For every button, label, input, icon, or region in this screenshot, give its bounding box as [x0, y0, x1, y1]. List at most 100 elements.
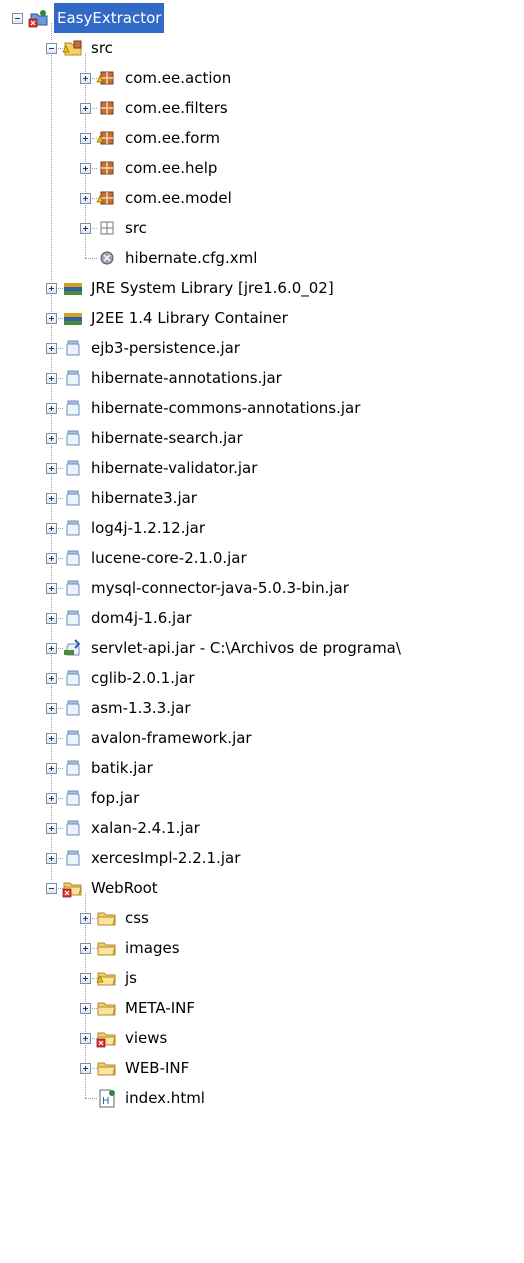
tree-node-label: log4j-1.2.12.jar [91, 519, 205, 537]
tree-node-label: WebRoot [91, 879, 158, 897]
tree-node-label: fop.jar [91, 789, 140, 807]
tree-node[interactable]: src [0, 33, 524, 63]
expand-toggle-plus-icon[interactable] [46, 283, 57, 294]
tree-node[interactable]: xercesImpl-2.2.1.jar [0, 843, 524, 873]
expand-toggle-plus-icon[interactable] [46, 613, 57, 624]
collapse-toggle-minus-icon[interactable] [46, 43, 57, 54]
expand-toggle-plus-icon[interactable] [46, 643, 57, 654]
expand-toggle-plus-icon[interactable] [46, 763, 57, 774]
collapse-toggle-minus-icon[interactable] [46, 883, 57, 894]
tree-node[interactable]: servlet-api.jar - C:\Archivos de program… [0, 633, 524, 663]
jar-icon [62, 848, 84, 868]
xml-file-icon [96, 248, 118, 268]
tree-node[interactable]: batik.jar [0, 753, 524, 783]
expand-toggle-plus-icon[interactable] [46, 583, 57, 594]
expand-toggle-plus-icon[interactable] [46, 343, 57, 354]
expand-toggle-plus-icon[interactable] [46, 403, 57, 414]
jar-icon [62, 398, 84, 418]
tree-node[interactable]: com.ee.help [0, 153, 524, 183]
expand-toggle-plus-icon[interactable] [80, 133, 91, 144]
tree-node-label: hibernate.cfg.xml [125, 249, 258, 267]
tree-node[interactable]: fop.jar [0, 783, 524, 813]
tree-node[interactable]: com.ee.model [0, 183, 524, 213]
tree-node-label: css [125, 909, 149, 927]
library-icon [62, 278, 84, 298]
folder-error-icon [62, 878, 84, 898]
package-warning-icon [96, 188, 118, 208]
expand-toggle-plus-icon[interactable] [46, 463, 57, 474]
tree-node[interactable]: asm-1.3.3.jar [0, 693, 524, 723]
expand-toggle-plus-icon[interactable] [46, 673, 57, 684]
collapse-toggle-minus-icon[interactable] [12, 13, 23, 24]
expand-toggle-plus-icon[interactable] [46, 523, 57, 534]
tree-node[interactable]: js [0, 963, 524, 993]
folder-icon [96, 1058, 118, 1078]
expand-toggle-plus-icon[interactable] [80, 163, 91, 174]
tree-node-label: com.ee.form [125, 129, 221, 147]
tree-node[interactable]: xalan-2.4.1.jar [0, 813, 524, 843]
tree-node[interactable]: com.ee.filters [0, 93, 524, 123]
expand-toggle-plus-icon[interactable] [46, 853, 57, 864]
jar-icon [62, 818, 84, 838]
tree-node[interactable]: hibernate3.jar [0, 483, 524, 513]
tree-node[interactable]: J2EE 1.4 Library Container [0, 303, 524, 333]
expand-toggle-plus-icon[interactable] [80, 943, 91, 954]
tree-node[interactable]: dom4j-1.6.jar [0, 603, 524, 633]
expand-toggle-plus-icon[interactable] [80, 913, 91, 924]
tree-node[interactable]: Hindex.html [0, 1083, 524, 1113]
tree-node[interactable]: com.ee.form [0, 123, 524, 153]
tree-node[interactable]: mysql-connector-java-5.0.3-bin.jar [0, 573, 524, 603]
jar-icon [62, 728, 84, 748]
expand-toggle-plus-icon[interactable] [46, 313, 57, 324]
tree-node-label: EasyExtractor [54, 3, 165, 33]
tree-node-label: index.html [125, 1089, 205, 1107]
expand-toggle-plus-icon[interactable] [46, 793, 57, 804]
expand-toggle-plus-icon[interactable] [80, 1003, 91, 1014]
jar-icon [62, 668, 84, 688]
expand-toggle-plus-icon[interactable] [80, 1063, 91, 1074]
tree-node[interactable]: cglib-2.0.1.jar [0, 663, 524, 693]
tree-node[interactable]: com.ee.action [0, 63, 524, 93]
tree-node-label: servlet-api.jar - C:\Archivos de program… [91, 639, 401, 657]
tree-node-label: hibernate-annotations.jar [91, 369, 282, 387]
tree-node[interactable]: hibernate-search.jar [0, 423, 524, 453]
tree-node[interactable]: images [0, 933, 524, 963]
tree-node[interactable]: WebRoot [0, 873, 524, 903]
tree-node[interactable]: EasyExtractor [0, 3, 524, 33]
expand-toggle-plus-icon[interactable] [80, 193, 91, 204]
tree-node-label: mysql-connector-java-5.0.3-bin.jar [91, 579, 349, 597]
expand-toggle-plus-icon[interactable] [46, 493, 57, 504]
tree-node[interactable]: avalon-framework.jar [0, 723, 524, 753]
tree-node[interactable]: src [0, 213, 524, 243]
expand-toggle-plus-icon[interactable] [46, 553, 57, 564]
tree-node[interactable]: hibernate-validator.jar [0, 453, 524, 483]
tree-node[interactable]: hibernate-commons-annotations.jar [0, 393, 524, 423]
tree-node[interactable]: META-INF [0, 993, 524, 1023]
expand-toggle-plus-icon[interactable] [46, 823, 57, 834]
expand-toggle-plus-icon[interactable] [80, 1033, 91, 1044]
tree-node[interactable]: lucene-core-2.1.0.jar [0, 543, 524, 573]
tree-node[interactable]: hibernate.cfg.xml [0, 243, 524, 273]
jar-icon [62, 458, 84, 478]
expand-toggle-plus-icon[interactable] [46, 703, 57, 714]
expand-toggle-plus-icon[interactable] [46, 733, 57, 744]
expand-toggle-plus-icon[interactable] [80, 973, 91, 984]
folder-warning-icon [96, 968, 118, 988]
tree-node[interactable]: css [0, 903, 524, 933]
expand-toggle-plus-icon[interactable] [46, 433, 57, 444]
tree-node[interactable]: hibernate-annotations.jar [0, 363, 524, 393]
jar-icon [62, 488, 84, 508]
tree-node-label: avalon-framework.jar [91, 729, 252, 747]
expand-toggle-plus-icon[interactable] [80, 73, 91, 84]
expand-toggle-plus-icon[interactable] [80, 103, 91, 114]
tree-node[interactable]: ejb3-persistence.jar [0, 333, 524, 363]
tree-node[interactable]: JRE System Library [jre1.6.0_02] [0, 273, 524, 303]
tree-node-label: images [125, 939, 180, 957]
tree-node-label: batik.jar [91, 759, 153, 777]
tree-node[interactable]: WEB-INF [0, 1053, 524, 1083]
library-icon [62, 308, 84, 328]
expand-toggle-plus-icon[interactable] [80, 223, 91, 234]
expand-toggle-plus-icon[interactable] [46, 373, 57, 384]
tree-node[interactable]: views [0, 1023, 524, 1053]
tree-node[interactable]: log4j-1.2.12.jar [0, 513, 524, 543]
